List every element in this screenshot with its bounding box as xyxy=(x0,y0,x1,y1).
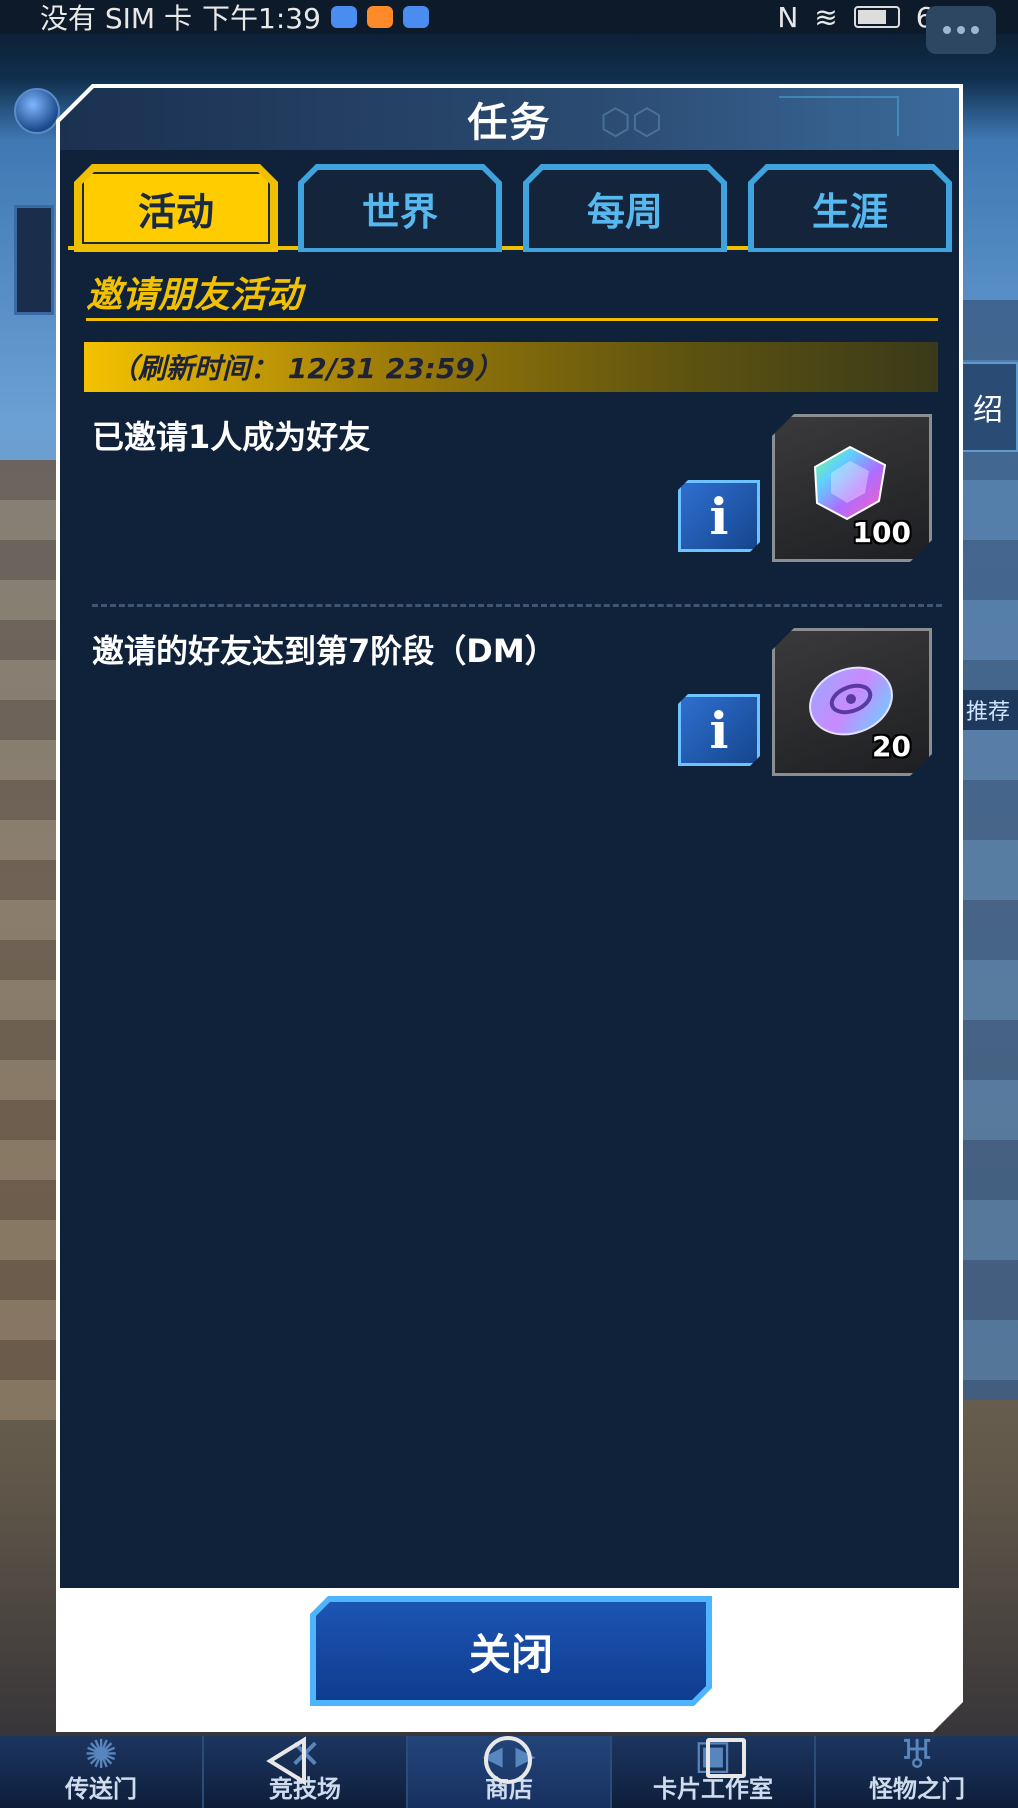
info-button[interactable]: i xyxy=(678,694,760,766)
nav-monster-gate[interactable]: ♅ 怪物之门 xyxy=(816,1732,1018,1808)
reward-count: 100 xyxy=(852,516,911,549)
mission-row: 邀请的好友达到第7阶段（DM） i 20 xyxy=(60,626,959,826)
close-button-label: 关闭 xyxy=(468,1629,553,1679)
info-button[interactable]: i xyxy=(678,480,760,552)
chat-icon[interactable] xyxy=(926,6,996,54)
notification-app-icon-2 xyxy=(402,6,429,28)
mission-panel: ⬡⬡ 任务 活动 世界 每周 生涯 邀请朋友活动 （刷新时间： 12/31 23… xyxy=(60,88,959,1588)
nav-shop[interactable]: ◂ ▸ 商店 xyxy=(408,1732,612,1808)
background-orb-icon xyxy=(14,88,60,134)
notification-app-icon xyxy=(330,6,357,28)
arena-icon: ✕ xyxy=(288,1732,322,1778)
nav-card-studio[interactable]: ▣ 卡片工作室 xyxy=(612,1732,816,1808)
tab-label: 世界 xyxy=(361,189,438,234)
shop-icon: ◂ ▸ xyxy=(482,1732,536,1778)
title-decoration xyxy=(779,96,899,136)
mission-description: 邀请的好友达到第7阶段（DM） xyxy=(92,632,557,670)
monster-gate-icon: ♅ xyxy=(899,1732,935,1778)
nfc-icon: N xyxy=(777,0,799,34)
portal-icon: ✺ xyxy=(84,1732,118,1778)
mission-divider xyxy=(92,604,942,607)
notification-video-icon xyxy=(366,6,393,28)
wifi-icon: ≋ xyxy=(814,0,838,34)
tab-event[interactable]: 活动 xyxy=(74,164,278,252)
mission-description: 已邀请1人成为好友 xyxy=(92,418,371,456)
status-bar: 没有 SIM 卡 下午1:39 N ≋ 68% xyxy=(0,0,1018,35)
section-title: 邀请朋友活动 xyxy=(86,275,303,316)
dialog-title: 任务 xyxy=(467,100,552,146)
background-side-label: 绍 xyxy=(958,362,1018,452)
background-card-icon xyxy=(14,205,54,315)
battery-icon xyxy=(853,6,900,28)
tab-label: 每周 xyxy=(586,189,663,234)
background-side-tag: 推荐 xyxy=(958,690,1018,730)
tab-label: 生涯 xyxy=(811,189,888,234)
mission-dialog: ⬡⬡ 任务 活动 世界 每周 生涯 邀请朋友活动 （刷新时间： 12/31 23… xyxy=(56,84,963,1732)
tab-label: 活动 xyxy=(137,189,214,234)
close-button[interactable]: 关闭 xyxy=(310,1596,712,1706)
hexagon-decoration-icon: ⬡⬡ xyxy=(600,102,663,143)
section-underline xyxy=(86,318,938,321)
reward-item[interactable]: 100 xyxy=(772,414,932,562)
mission-tabs: 活动 世界 每周 生涯 xyxy=(68,156,951,252)
carrier-text: 没有 SIM 卡 xyxy=(40,2,192,35)
clock-text: 下午1:39 xyxy=(202,2,321,35)
tab-career[interactable]: 生涯 xyxy=(748,164,952,252)
tab-world[interactable]: 世界 xyxy=(298,164,502,252)
nav-arena[interactable]: ✕ 竞技场 xyxy=(204,1732,408,1808)
background-building-right xyxy=(958,300,1018,1400)
refresh-time-banner: （刷新时间： 12/31 23:59） xyxy=(84,342,938,392)
card-studio-icon: ▣ xyxy=(694,1732,732,1778)
reward-count: 20 xyxy=(872,730,911,763)
tab-weekly[interactable]: 每周 xyxy=(523,164,727,252)
reward-item[interactable]: 20 xyxy=(772,628,932,776)
dialog-title-bar: ⬡⬡ 任务 xyxy=(60,88,959,150)
nav-portal[interactable]: ✺ 传送门 xyxy=(0,1732,204,1808)
gem-icon xyxy=(807,443,893,523)
mission-row: 已邀请1人成为好友 i 100 xyxy=(60,412,959,612)
bottom-nav: ✺ 传送门 ✕ 竞技场 ◂ ▸ 商店 ▣ 卡片工作室 ♅ 怪物之门 xyxy=(0,1732,1018,1808)
background-building-left xyxy=(0,460,56,1420)
